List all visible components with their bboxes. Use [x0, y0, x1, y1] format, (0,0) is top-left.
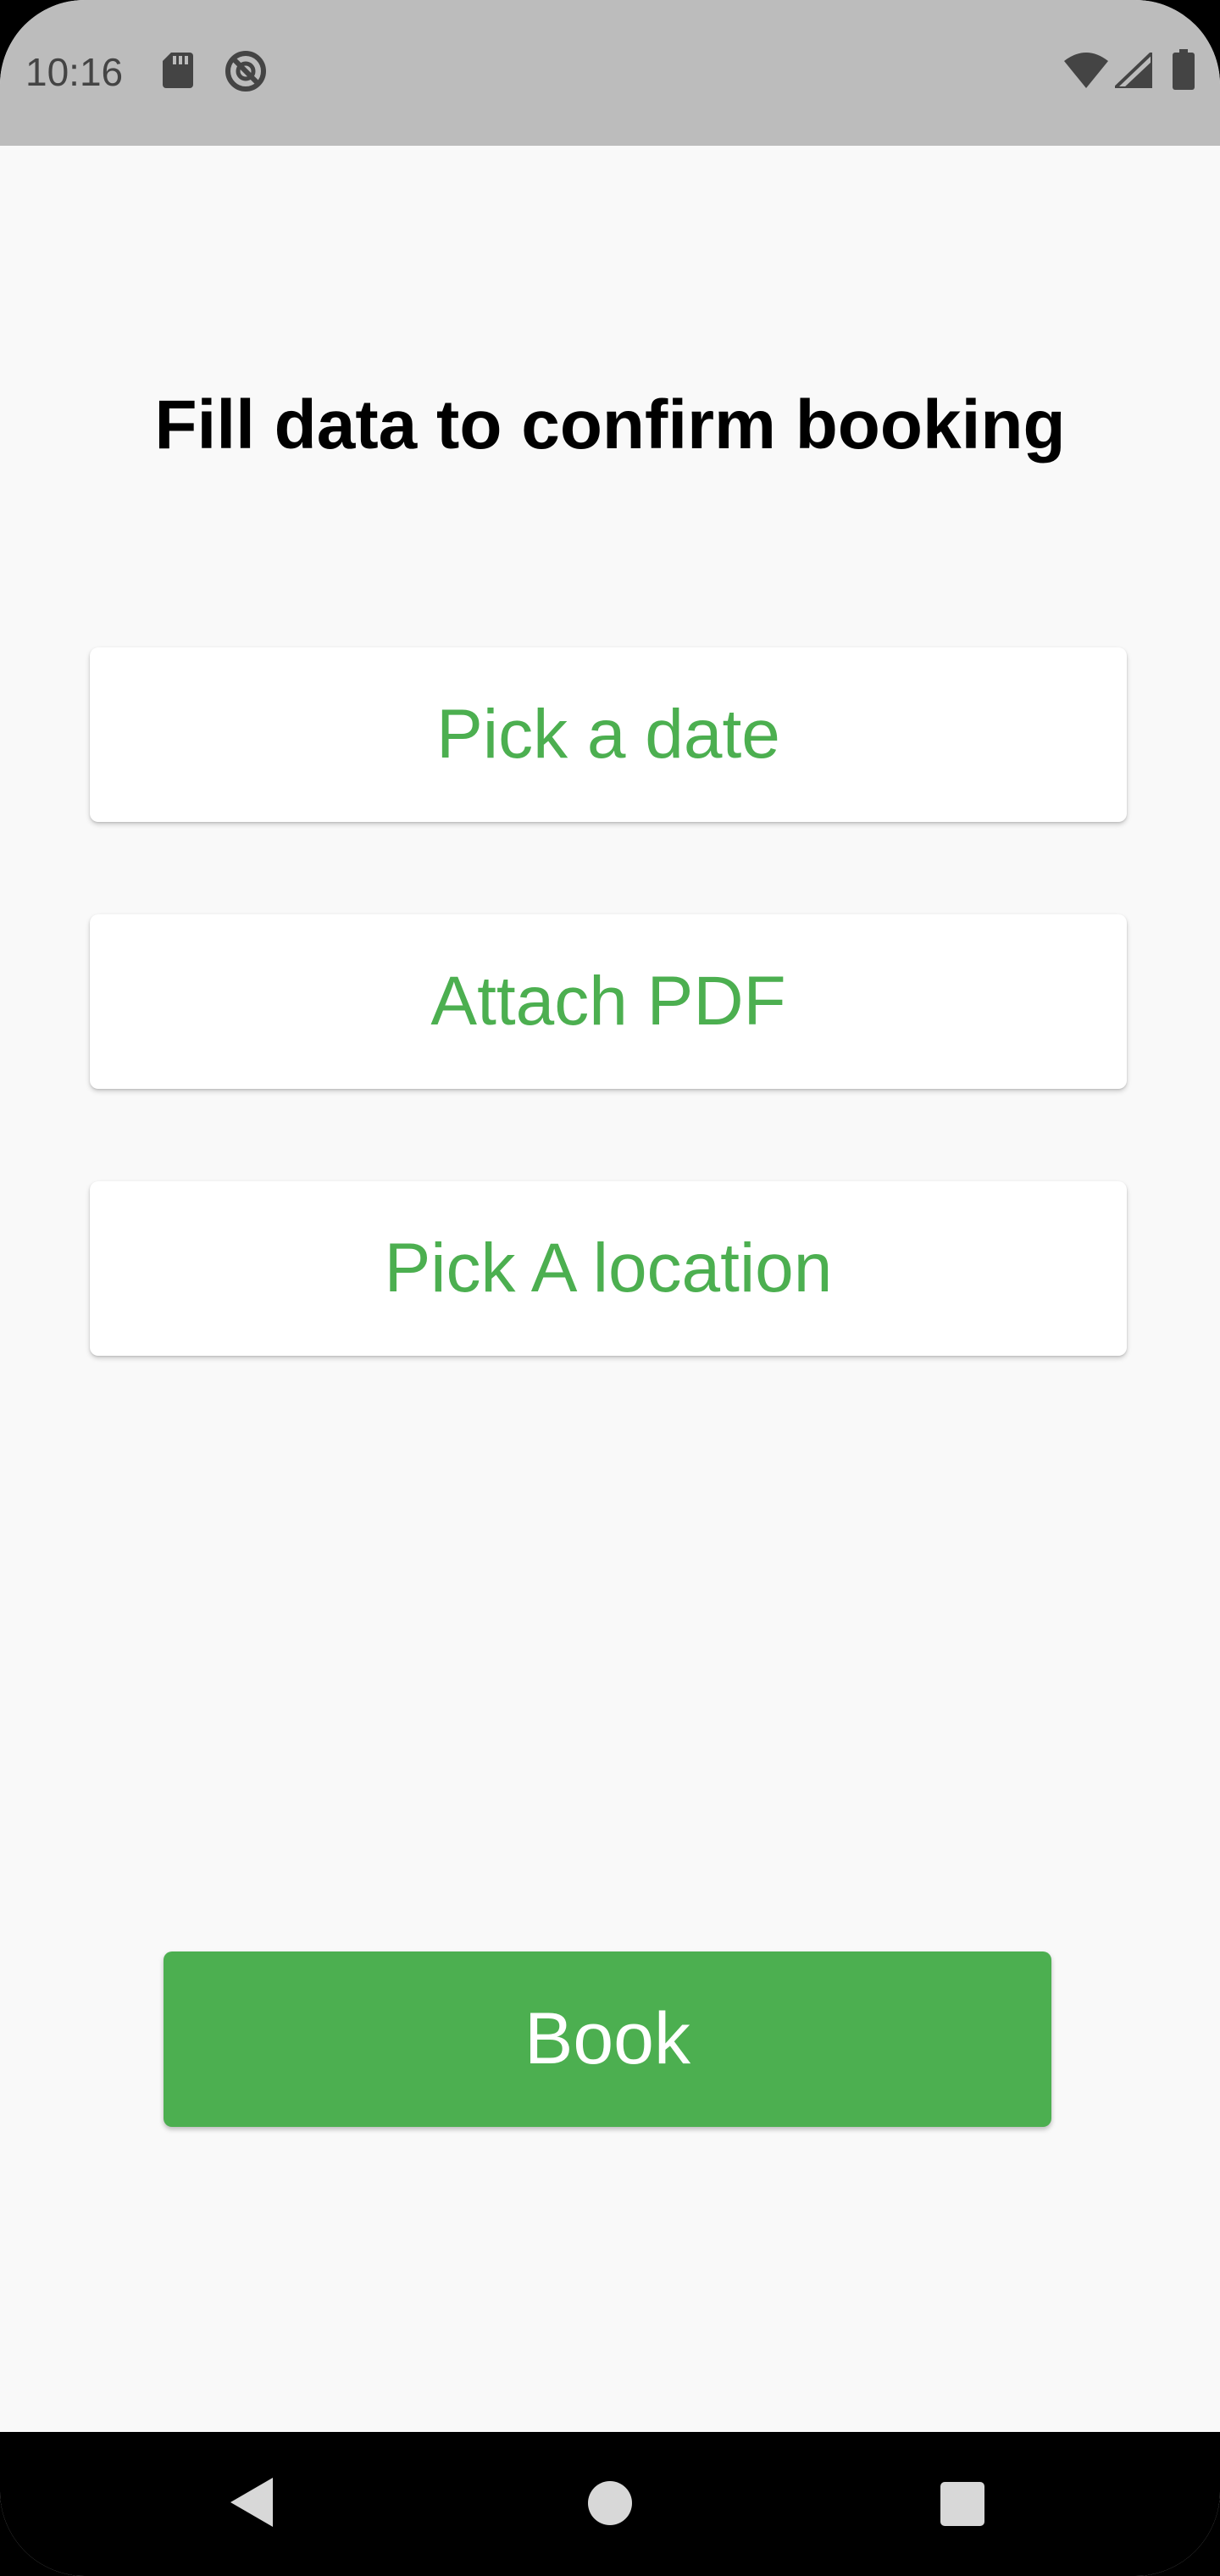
- attach-pdf-button[interactable]: Attach PDF: [90, 914, 1127, 1089]
- wifi-icon: [1064, 53, 1108, 92]
- pick-date-button[interactable]: Pick a date: [90, 647, 1127, 822]
- pick-location-button[interactable]: Pick A location: [90, 1181, 1127, 1356]
- book-label: Book: [524, 1998, 691, 2079]
- pick-date-label: Pick a date: [436, 696, 780, 773]
- pick-location-label: Pick A location: [384, 1230, 833, 1307]
- attach-pdf-label: Attach PDF: [430, 963, 786, 1040]
- do-not-disturb-icon: [224, 49, 268, 97]
- home-icon[interactable]: [586, 2479, 634, 2531]
- navigation-bar: [0, 2432, 1220, 2576]
- cellular-signal-icon: [1111, 48, 1154, 92]
- status-time: 10:16: [25, 50, 124, 94]
- book-button[interactable]: Book: [164, 1951, 1051, 2127]
- battery-icon: [1173, 49, 1195, 94]
- sd-card-icon: [163, 53, 193, 92]
- recents-icon[interactable]: [939, 2480, 986, 2532]
- status-bar: 10:16: [0, 0, 1220, 146]
- page-title: Fill data to confirm booking: [154, 386, 1066, 464]
- phone-screen: 10:16 Fill data to confirm booking Pick …: [0, 0, 1220, 2576]
- back-icon[interactable]: [229, 2476, 274, 2533]
